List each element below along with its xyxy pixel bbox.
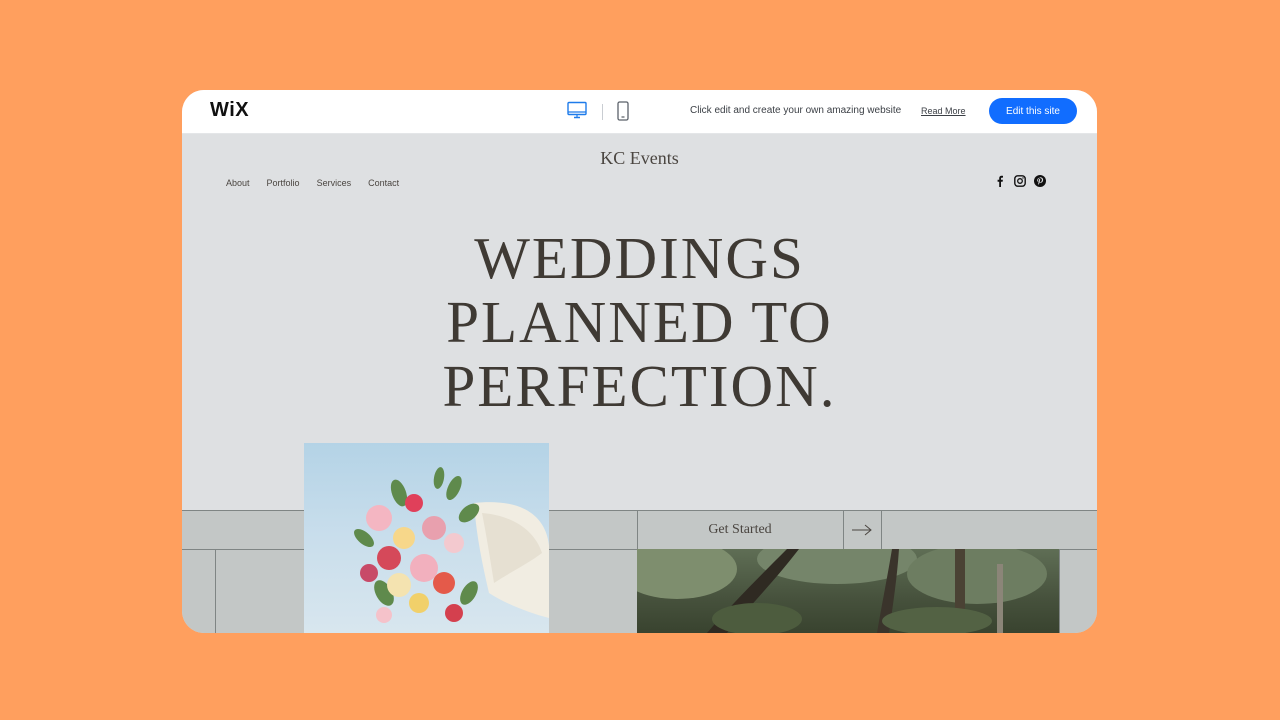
hero-line-3: PERFECTION. xyxy=(442,353,837,419)
wix-editor-bar: WiX Click edit and create your own amazi… xyxy=(182,90,1097,134)
desktop-view-icon[interactable] xyxy=(567,101,587,119)
get-started-button[interactable]: Get Started xyxy=(637,510,843,549)
arrow-right-icon[interactable] xyxy=(843,510,881,549)
nav-item-services[interactable]: Services xyxy=(317,178,352,188)
nav-item-portfolio[interactable]: Portfolio xyxy=(267,178,300,188)
nav-item-about[interactable]: About xyxy=(226,178,250,188)
forest-photo xyxy=(637,549,1059,633)
mobile-view-icon[interactable] xyxy=(617,101,629,121)
read-more-link[interactable]: Read More xyxy=(921,106,966,116)
hero-headline: WEDDINGS PLANNED TO PERFECTION. xyxy=(182,226,1097,418)
instagram-icon[interactable] xyxy=(1014,174,1026,187)
social-links xyxy=(994,174,1046,187)
grid-line xyxy=(881,510,882,549)
device-separator xyxy=(602,104,603,120)
site-title[interactable]: KC Events xyxy=(182,148,1097,169)
hero-line-1: WEDDINGS xyxy=(474,225,805,291)
bouquet-photo xyxy=(304,443,549,633)
site-nav: About Portfolio Services Contact xyxy=(226,178,399,188)
nav-item-contact[interactable]: Contact xyxy=(368,178,399,188)
editor-promo-text: Click edit and create your own amazing w… xyxy=(690,105,902,116)
facebook-icon[interactable] xyxy=(994,174,1006,187)
grid-line xyxy=(215,549,216,633)
hero-line-2: PLANNED TO xyxy=(446,289,833,355)
pinterest-icon[interactable] xyxy=(1034,174,1046,187)
grid-line xyxy=(1059,549,1060,633)
wix-logo: WiX xyxy=(210,99,250,121)
edit-this-site-button[interactable]: Edit this site xyxy=(989,98,1077,124)
browser-frame: WiX Click edit and create your own amazi… xyxy=(182,90,1097,633)
